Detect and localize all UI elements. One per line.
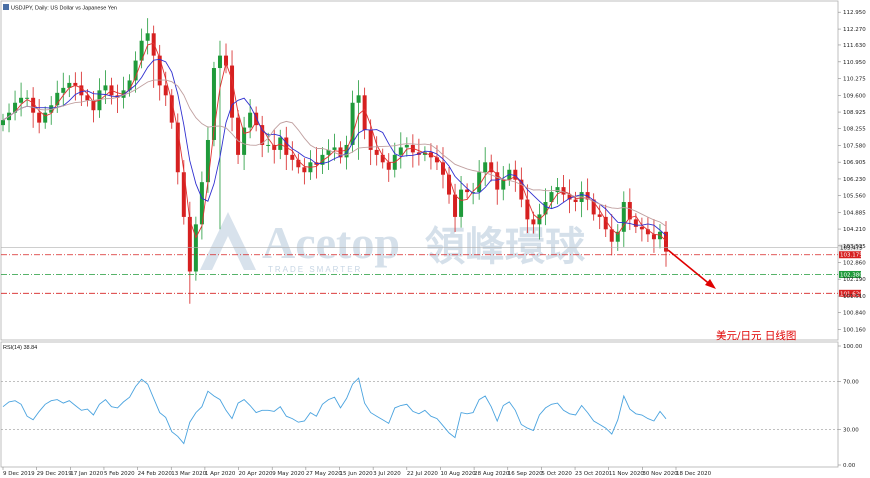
price-tick-label: 100.160 [843, 328, 866, 334]
watermark-brand: Acetop [262, 217, 400, 268]
price-tick-label: 101.510 [843, 294, 866, 300]
candle-body [266, 144, 271, 146]
candle-body [205, 139, 210, 183]
price-tick-label: 104.885 [843, 210, 866, 216]
candle-body [332, 147, 337, 150]
price-tick-label: 102.860 [843, 261, 866, 267]
time-tick-label: 30 Nov 2020 [642, 471, 678, 477]
candle-body [248, 112, 253, 128]
price-tick-label: 104.210 [843, 227, 866, 233]
time-tick-label: 13 Mar 2020 [171, 471, 206, 477]
candle-body [151, 33, 156, 56]
candle-body [103, 85, 108, 91]
candle-body [43, 112, 48, 123]
price-tick-label: 107.580 [843, 143, 866, 149]
time-tick-label: 17 Jan 2020 [70, 471, 103, 477]
candle-body [477, 172, 482, 193]
candle-body [145, 33, 150, 41]
candle-body [242, 127, 247, 155]
price-tick-label: 112.270 [843, 27, 866, 33]
time-tick-label: 10 Aug 2020 [440, 471, 476, 477]
candle-body [543, 202, 548, 215]
candle-body [386, 162, 391, 170]
chart-title: USDJPY, Daily: US Dollar vs Japanese Yen [11, 6, 117, 12]
candle-body [597, 214, 602, 217]
candle-body [290, 154, 295, 160]
time-tick-label: 20 Apr 2020 [239, 471, 274, 477]
candle-body [193, 224, 198, 272]
time-tick-label: 24 Feb 2020 [138, 471, 173, 477]
candle-body [374, 149, 379, 155]
price-tick-label: 111.630 [843, 43, 866, 49]
time-tick-label: 22 Jul 2020 [407, 471, 439, 477]
time-tick-label: 5 Feb 2020 [104, 471, 135, 477]
candle-body [61, 87, 66, 93]
usdjpy-chart: USDJPY, Daily: US Dollar vs Japanese Yen… [0, 0, 866, 477]
time-tick-label: 9 Dec 2019 [3, 471, 35, 477]
price-tick-label: 110.275 [843, 77, 866, 83]
candle-body [627, 202, 632, 220]
rsi-tick-label: 0.00 [843, 463, 856, 469]
candle-body [609, 229, 614, 242]
candle-body [217, 55, 222, 69]
price-tick-label: 106.230 [843, 177, 866, 183]
price-tick-label: 102.190 [843, 277, 866, 283]
time-tick-label: 18 Dec 2020 [676, 471, 712, 477]
time-tick-label: 23 Oct 2020 [575, 471, 610, 477]
chart-annotation: 美元/日元 日线图 [716, 329, 796, 342]
candle-body [434, 157, 439, 163]
time-tick-label: 3 Jul 2020 [373, 471, 401, 477]
rsi-title: RSI(14) 38.84 [3, 345, 37, 351]
candle-body [25, 97, 30, 99]
rsi-tick-label: 30.00 [843, 427, 859, 433]
candle-body [163, 85, 168, 96]
time-tick-label: 16 Sep 2020 [508, 471, 543, 477]
candle-body [19, 97, 24, 103]
candle-body [459, 189, 464, 217]
rsi-panel [0, 341, 839, 468]
time-tick-label: 28 Aug 2020 [474, 471, 510, 477]
candle-body [633, 219, 638, 227]
candle-body [356, 95, 361, 103]
price-panel [0, 0, 839, 341]
price-level-label: 103.175 [840, 253, 863, 259]
price-tick-label: 112.950 [843, 10, 866, 16]
candle-body [37, 112, 42, 123]
candle-body [483, 162, 488, 173]
candle-body [453, 194, 458, 217]
chart-icon [3, 4, 9, 10]
time-tick-label: 11 Nov 2020 [609, 471, 645, 477]
candle-body [236, 117, 241, 155]
time-axis: 9 Dec 2019 29 Dec 201917 Jan 2020 5 Feb 20… [2, 467, 712, 477]
candle-body [1, 120, 5, 126]
candle-body [531, 219, 536, 225]
candle-body [404, 144, 409, 148]
time-tick-label: 9 May 2020 [272, 471, 305, 477]
price-tick-label: 110.950 [843, 60, 866, 66]
time-tick-label: 1 Apr 2020 [205, 471, 236, 477]
candle-body [573, 199, 578, 203]
candle-body [651, 234, 656, 240]
candle-body [555, 187, 560, 193]
time-tick-label: 15 Jun 2020 [340, 471, 374, 477]
watermark-tagline: TRADE SMARTER [268, 265, 362, 274]
price-tick-label: 105.560 [843, 194, 866, 200]
price-tick-label: 106.905 [843, 160, 866, 166]
time-tick-label: 29 Dec 2019 [37, 471, 73, 477]
candle-body [501, 179, 506, 190]
watermark-chinese: 領峰環球 [425, 223, 586, 270]
price-axis: 112.950 112.270 111.630 110.950 110.275 109.6… [838, 10, 866, 334]
candle-body [302, 167, 307, 173]
price-tick-label: 100.840 [843, 311, 866, 317]
time-tick-label: 5 Oct 2020 [541, 471, 572, 477]
rsi-tick-label: 100.00 [843, 344, 863, 350]
price-tick-label: 109.600 [843, 93, 866, 99]
candle-body [398, 147, 403, 155]
candle-body [639, 226, 644, 230]
rsi-tick-label: 70.00 [843, 380, 859, 386]
price-tick-label: 108.925 [843, 110, 866, 116]
time-tick-label: 27 May 2020 [306, 471, 342, 477]
price-tick-label: 103.535 [843, 244, 866, 250]
price-tick-label: 108.255 [843, 127, 866, 133]
